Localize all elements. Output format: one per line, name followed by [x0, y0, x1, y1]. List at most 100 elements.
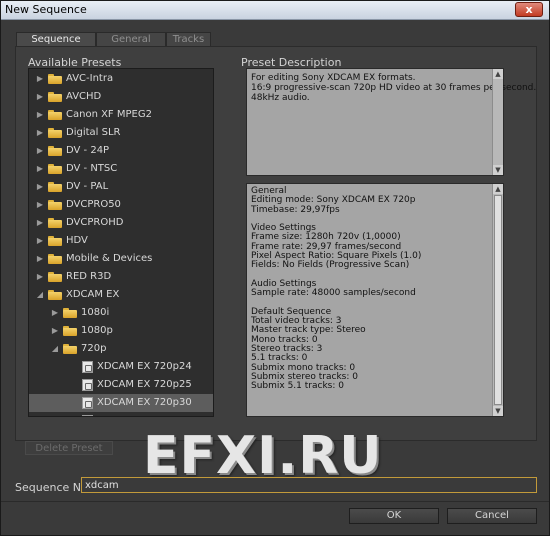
tree-item-label: 720p — [81, 343, 107, 354]
tree-folder-item[interactable]: ▶ AVC-Intra — [29, 70, 213, 88]
tree-item-label: Mobile & Devices — [66, 253, 153, 264]
scroll-thumb[interactable] — [494, 195, 502, 405]
collapsed-arrow-icon[interactable]: ▶ — [35, 196, 45, 214]
tree-folder-item[interactable]: ◢ XDCAM EX — [29, 286, 213, 304]
tab-general[interactable]: General — [96, 32, 166, 46]
expanded-arrow-icon[interactable]: ◢ — [35, 286, 45, 304]
tree-preset-item[interactable]: XDCAM EX 720p24 — [29, 358, 213, 376]
tab-tracks[interactable]: Tracks — [166, 32, 211, 46]
details-line: Sample rate: 48000 samples/second — [251, 288, 416, 299]
divider — [1, 501, 549, 502]
collapsed-arrow-icon[interactable]: ▶ — [35, 124, 45, 142]
tree-folder-item[interactable]: ▶ Canon XF MPEG2 — [29, 106, 213, 124]
tree-item-label: XDCAM EX 720p25 — [97, 379, 192, 390]
cancel-button[interactable]: Cancel — [447, 508, 537, 524]
collapsed-arrow-icon[interactable]: ▶ — [35, 142, 45, 160]
tree-folder-item[interactable]: ▶ HDV — [29, 232, 213, 250]
tree-folder-item[interactable]: ▶ RED R3D — [29, 268, 213, 286]
description-scrollbar[interactable]: ▲ ▼ — [492, 69, 503, 175]
close-button[interactable]: x — [515, 2, 543, 17]
tree-item-label: 1080i — [81, 307, 110, 318]
folder-icon — [48, 110, 62, 120]
tree-item-label: AVC-Intra — [66, 73, 114, 84]
folder-icon — [48, 74, 62, 84]
collapsed-arrow-icon[interactable]: ▶ — [35, 160, 45, 178]
tree-folder-item[interactable]: ▶ Digital SLR — [29, 124, 213, 142]
folder-icon — [63, 308, 77, 318]
tree-folder-item[interactable]: ◢ 720p — [29, 340, 213, 358]
tree-item-label: HDV — [66, 235, 88, 246]
description-line: For editing Sony XDCAM EX formats. — [251, 73, 416, 83]
collapsed-arrow-icon[interactable]: ▶ — [35, 88, 45, 106]
preset-file-icon — [82, 397, 93, 409]
tree-folder-item[interactable]: ▶ 1080p — [29, 322, 213, 340]
collapsed-arrow-icon[interactable]: ▶ — [35, 268, 45, 286]
tree-item-label: DV - NTSC — [66, 163, 118, 174]
tree-item-label: DV - PAL — [66, 181, 109, 192]
preset-file-icon — [82, 379, 93, 391]
tree-item-label: 1080p — [81, 325, 113, 336]
folder-icon — [48, 254, 62, 264]
description-line: 48kHz audio. — [251, 93, 310, 103]
ok-button[interactable]: OK — [349, 508, 439, 524]
tree-item-label: XDCAM EX — [66, 289, 120, 300]
tree-folder-item[interactable]: ▶ Mobile & Devices — [29, 250, 213, 268]
tree-item-label: XDCAM EX 720p24 — [97, 361, 192, 372]
window-title: New Sequence — [5, 3, 87, 16]
folder-icon — [48, 236, 62, 246]
folder-icon — [48, 218, 62, 228]
tree-folder-item[interactable]: ▶ DV - PAL — [29, 178, 213, 196]
folder-icon — [48, 164, 62, 174]
folder-icon — [48, 200, 62, 210]
details-line: Fields: No Fields (Progressive Scan) — [251, 260, 410, 271]
tree-folder-item[interactable]: ▶ 1080i — [29, 304, 213, 322]
tree-folder-item[interactable]: ▶ DV - NTSC — [29, 160, 213, 178]
scroll-down-icon[interactable]: ▼ — [493, 406, 503, 416]
presets-tree[interactable]: ▶ AVC-Intra ▶ AVCHD ▶ Canon XF MPEG2 ▶ Digital … — [28, 68, 214, 417]
preset-file-icon — [82, 361, 93, 373]
collapsed-arrow-icon[interactable]: ▶ — [50, 322, 60, 340]
collapsed-arrow-icon[interactable]: ▶ — [35, 178, 45, 196]
expanded-arrow-icon[interactable]: ◢ — [50, 340, 60, 358]
folder-icon — [48, 182, 62, 192]
tab-sequence-presets[interactable]: Sequence Presets — [16, 32, 96, 58]
tree-item-label: XDCAM EX 720p30 — [97, 397, 192, 408]
tree-item-label: AVCHD — [66, 91, 102, 102]
tree-folder-item[interactable]: ▶ DVCPROHD — [29, 214, 213, 232]
sequence-name-input[interactable] — [81, 477, 537, 493]
folder-icon — [48, 272, 62, 282]
tree-item-label: RED R3D — [66, 271, 112, 282]
collapsed-arrow-icon[interactable]: ▶ — [35, 250, 45, 268]
scroll-up-icon[interactable]: ▲ — [493, 69, 503, 79]
folder-icon — [48, 92, 62, 102]
preset-description-box: For editing Sony XDCAM EX formats. 16:9 … — [246, 68, 537, 176]
delete-preset-button[interactable]: Delete Preset — [25, 441, 113, 455]
details-line: Timebase: 29,97fps — [251, 204, 340, 215]
tree-item-label: DVCPROHD — [66, 217, 124, 228]
folder-icon — [48, 128, 62, 138]
scroll-up-icon[interactable]: ▲ — [493, 184, 503, 194]
new-sequence-dialog: New Sequence x Sequence Presets General … — [0, 0, 550, 536]
folder-icon — [48, 290, 62, 300]
scroll-down-icon[interactable]: ▼ — [493, 165, 503, 175]
folder-icon — [48, 146, 62, 156]
tree-preset-item[interactable]: XDCAM EX 720p30 — [29, 394, 213, 412]
collapsed-arrow-icon[interactable]: ▶ — [50, 304, 60, 322]
title-bar: New Sequence x — [1, 1, 549, 20]
description-line: 16:9 progressive-scan 720p HD video at 3… — [251, 83, 537, 93]
tree-folder-item[interactable]: ▶ AVCHD — [29, 88, 213, 106]
collapsed-arrow-icon[interactable]: ▶ — [35, 70, 45, 88]
folder-icon — [63, 344, 77, 354]
tree-preset-item[interactable]: XDCAM EX 720p25 — [29, 376, 213, 394]
preset-file-icon — [82, 415, 93, 416]
tree-folder-item[interactable]: ▶ DVCPRO50 — [29, 196, 213, 214]
tree-item-label: Digital SLR — [66, 127, 121, 138]
collapsed-arrow-icon[interactable]: ▶ — [35, 214, 45, 232]
tree-preset-item[interactable]: XDCAM EX 720p50 — [29, 412, 213, 416]
tree-folder-item[interactable]: ▶ DV - 24P — [29, 142, 213, 160]
collapsed-arrow-icon[interactable]: ▶ — [35, 106, 45, 124]
tree-item-label: DV - 24P — [66, 145, 110, 156]
details-scrollbar[interactable]: ▲ ▼ — [492, 184, 503, 416]
collapsed-arrow-icon[interactable]: ▶ — [35, 232, 45, 250]
folder-icon — [63, 326, 77, 336]
